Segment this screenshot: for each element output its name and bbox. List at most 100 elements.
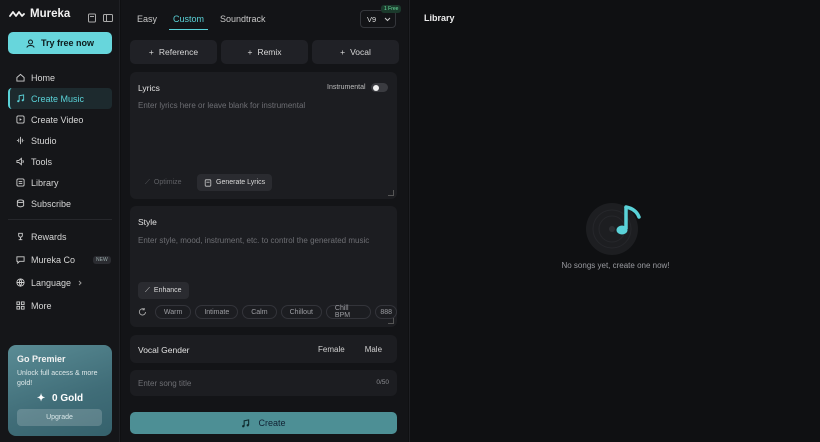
magic-wand-icon: ⟋ <box>145 286 150 294</box>
sidebar-item-language[interactable]: Language <box>8 272 112 293</box>
vinyl-record-icon <box>586 203 641 255</box>
grid-icon <box>16 301 25 310</box>
magic-wand-icon: ⟋ <box>145 178 150 186</box>
resize-handle[interactable] <box>388 318 394 324</box>
sidebar-nav: Home Create Music Create Video Studio To… <box>8 67 112 316</box>
chevron-down-icon <box>384 17 391 21</box>
globe-icon <box>16 278 25 287</box>
upgrade-button[interactable]: Upgrade <box>17 409 102 426</box>
sidebar-item-label: Home <box>31 72 56 83</box>
refresh-icon[interactable] <box>138 307 147 317</box>
premier-title: Go Premier <box>17 354 66 364</box>
premier-description: Unlock full access & more gold! <box>17 370 98 387</box>
sidebar-item-label: Studio <box>31 135 57 146</box>
style-card: Style Enter style, mood, instrument, etc… <box>130 206 397 327</box>
resize-handle[interactable] <box>388 190 394 196</box>
try-free-button[interactable]: Try free now <box>8 32 112 54</box>
style-chip[interactable]: Chillout <box>280 305 322 319</box>
video-icon <box>16 115 25 124</box>
gold-balance: ✦ 0 Gold <box>8 393 112 404</box>
sidebar-item-create-music[interactable]: Create Music <box>8 88 112 109</box>
model-version-value: V9 <box>367 14 377 24</box>
logo[interactable]: Mureka <box>9 8 70 20</box>
sidebar-item-label: Library <box>31 177 59 188</box>
vocal-button[interactable]: + Vocal <box>312 40 399 64</box>
style-chip[interactable]: Warm <box>154 305 192 319</box>
option-female[interactable]: Female <box>318 345 345 354</box>
style-chip[interactable]: 888 <box>375 305 397 319</box>
style-chip[interactable]: Calm <box>242 305 277 319</box>
create-button[interactable]: Create <box>130 412 397 434</box>
sidebar-item-create-video[interactable]: Create Video <box>8 109 112 130</box>
style-suggestions: Warm Intimate Calm Chillout Chill BPM 88… <box>138 305 397 319</box>
tab-soundtrack[interactable]: Soundtrack <box>220 13 266 30</box>
remix-button[interactable]: + Remix <box>221 40 308 64</box>
sidebar-item-home[interactable]: Home <box>8 67 112 88</box>
reference-button[interactable]: + Reference <box>130 40 217 64</box>
enhance-label: Enhance <box>153 287 182 294</box>
lyrics-card: Lyrics Instrumental Enter lyrics here or… <box>130 72 397 199</box>
sidebar-item-mureka-co[interactable]: Mureka Co NEW <box>8 249 112 270</box>
sidebar: Mureka Try free now Home Create Music Cr… <box>0 0 120 442</box>
free-badge: 1 Free <box>381 5 402 13</box>
sidebar-item-label: More <box>31 300 52 311</box>
sidebar-item-label: Language <box>31 277 72 288</box>
stack-icon <box>16 199 25 208</box>
gold-amount: 0 Gold <box>52 393 84 404</box>
sidebar-item-studio[interactable]: Studio <box>8 130 112 151</box>
collapse-sidebar-icon[interactable] <box>103 10 113 22</box>
sparkle-icon: ✦ <box>36 393 46 404</box>
music-note-icon <box>17 94 25 103</box>
song-title-card: Enter song title 0/50 <box>130 370 397 396</box>
sidebar-item-label: Rewards <box>31 231 67 242</box>
sidebar-item-library[interactable]: Library <box>8 172 112 193</box>
create-label: Create <box>258 418 286 428</box>
library-empty-message: No songs yet, create one now! <box>561 261 670 270</box>
new-badge: NEW <box>93 255 111 264</box>
tab-custom[interactable]: Custom <box>169 13 209 30</box>
reference-label: Reference <box>158 47 199 57</box>
song-title-counter: 0/50 <box>376 379 389 386</box>
enhance-button[interactable]: ⟋ Enhance <box>138 282 189 299</box>
remix-label: Remix <box>257 47 282 57</box>
sidebar-item-more[interactable]: More <box>8 295 112 316</box>
tool-buttons: + Reference + Remix + Vocal <box>130 40 399 64</box>
library-title: Library <box>424 13 455 23</box>
vocal-label: Vocal <box>350 47 371 57</box>
document-icon <box>204 178 212 187</box>
music-note-icon <box>242 418 250 427</box>
generate-lyrics-label: Generate Lyrics <box>216 179 266 186</box>
style-chip[interactable]: Chill BPM <box>325 305 372 319</box>
vocal-gender-title: Vocal Gender <box>138 345 190 355</box>
user-icon <box>26 38 35 48</box>
optimize-label: Optimize <box>153 179 182 186</box>
book-icon[interactable] <box>87 10 97 23</box>
style-input[interactable]: Enter style, mood, instrument, etc. to c… <box>138 236 369 245</box>
instrumental-toggle[interactable] <box>371 83 388 92</box>
style-chip[interactable]: Intimate <box>195 305 239 319</box>
library-icon <box>16 178 25 187</box>
app-root: Mureka Try free now Home Create Music Cr… <box>0 0 820 442</box>
brand-name: Mureka <box>30 8 71 20</box>
lyrics-title: Lyrics <box>138 83 160 93</box>
try-free-label: Try free now <box>40 38 94 48</box>
sidebar-item-subscribe[interactable]: Subscribe <box>8 193 112 214</box>
generate-lyrics-button[interactable]: Generate Lyrics <box>197 174 273 191</box>
lyrics-input[interactable]: Enter lyrics here or leave blank for ins… <box>138 101 305 110</box>
option-male[interactable]: Male <box>365 345 382 354</box>
sidebar-item-rewards[interactable]: Rewards <box>8 226 112 247</box>
logo-icon <box>9 11 25 17</box>
optimize-button[interactable]: ⟋ Optimize <box>138 174 189 191</box>
library-panel: Library No songs yet, create one now! <box>409 0 820 442</box>
sidebar-item-tools[interactable]: Tools <box>8 151 112 172</box>
sidebar-item-label: Create Music <box>31 93 85 104</box>
vocal-gender-options: Female Male <box>318 345 382 354</box>
create-panel: Easy Custom Soundtrack V9 1 Free + Refere… <box>121 0 408 442</box>
sidebar-item-label: Subscribe <box>31 198 72 209</box>
plus-icon: + <box>340 47 346 57</box>
song-title-input[interactable]: Enter song title <box>138 379 191 388</box>
speaker-icon <box>16 157 24 166</box>
tab-easy[interactable]: Easy <box>137 13 157 30</box>
sidebar-item-label: Create Video <box>31 114 84 125</box>
sidebar-divider <box>8 219 112 220</box>
